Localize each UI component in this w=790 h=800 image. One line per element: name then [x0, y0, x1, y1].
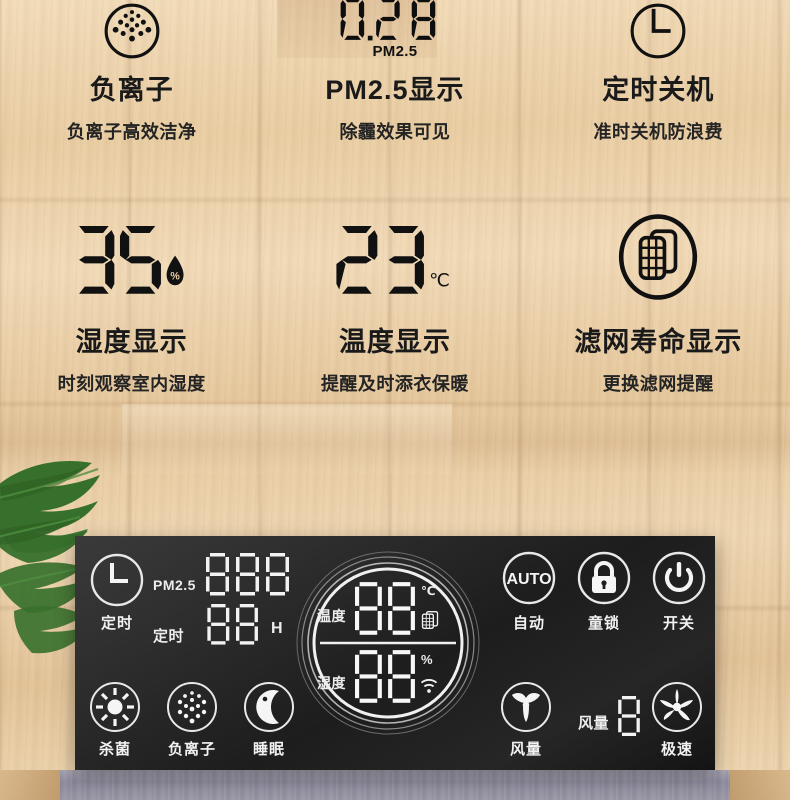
page-root: 负离子 负离子高效洁净 PM2.5 PM2.5显示 除霾效果可见 定时关机 准时…: [0, 0, 790, 800]
feature-icon-pm25: PM2.5: [263, 0, 526, 60]
power-icon: [652, 551, 706, 605]
center-humidity-unit: %: [421, 652, 434, 667]
panel-button-turbo-label: 极速: [660, 741, 693, 758]
panel-button-sterilize[interactable]: [89, 681, 141, 733]
panel-button-anion[interactable]: [166, 681, 218, 733]
feature-row-bottom: % 湿度显示 时刻观察室内湿度 ℃ 温度显示 提醒及时添衣保暖 滤网寿命显示 更…: [0, 202, 790, 396]
panel-button-child-lock-label: 童锁: [587, 615, 620, 632]
center-temperature-label: 温度: [317, 608, 346, 624]
feature-subtitle: 提醒及时添衣保暖: [320, 374, 469, 394]
panel-button-fan[interactable]: [500, 681, 552, 733]
svg-text:℃: ℃: [429, 270, 450, 291]
clock-circle-icon: [630, 3, 686, 59]
feature-cell-humidity: % 湿度显示 时刻观察室内湿度: [0, 202, 263, 396]
feature-icon-anion: [0, 0, 263, 60]
feature-title: 定时关机: [602, 75, 715, 105]
panel-timer-digits: [207, 604, 258, 645]
pm25-unit-label: PM2.5: [372, 43, 418, 60]
panel-fan-readout-digit: [618, 696, 640, 736]
panel-timer-label: 定时: [153, 628, 185, 645]
feature-subtitle: 准时关机防浪费: [593, 122, 723, 142]
panel-button-sleep-label: 睡眠: [252, 741, 285, 758]
anion-dots-circle-icon: [104, 3, 160, 59]
panel-button-power[interactable]: [651, 550, 707, 606]
auto-icon: AUTO: [502, 551, 556, 605]
anion-dots-icon: [167, 682, 217, 732]
feature-cell-filter-life: 滤网寿命显示 更换滤网提醒: [527, 202, 790, 396]
feature-cell-anion: 负离子 负离子高效洁净: [0, 0, 263, 144]
panel-fan-readout-label: 风量: [578, 715, 610, 732]
feature-icon-humidity: %: [0, 202, 263, 312]
panel-button-fan-label: 风量: [509, 741, 542, 758]
feature-cell-timer-off: 定时关机 准时关机防浪费: [527, 0, 790, 144]
feature-title: 湿度显示: [75, 327, 188, 357]
filter-icon: [421, 611, 439, 629]
feature-title: PM2.5显示: [325, 75, 465, 105]
panel-pm25-label: PM2.5: [153, 577, 196, 593]
feature-title: 滤网寿命显示: [574, 327, 743, 357]
feature-cell-temperature: ℃ 温度显示 提醒及时添衣保暖: [263, 202, 526, 396]
pm25-value-lcd: [340, 0, 436, 41]
sterilize-sun-icon: [90, 682, 140, 732]
svg-text:AUTO: AUTO: [506, 571, 551, 588]
center-temperature-digits: [355, 582, 415, 635]
moon-icon: [244, 682, 294, 732]
panel-center-display: 温度 ℃ 湿度 %: [295, 550, 481, 741]
panel-button-timer-label: 定时: [100, 615, 133, 632]
humidity-value-lcd: %: [78, 225, 184, 294]
panel-timer-unit: H: [271, 620, 284, 637]
feature-grid: 负离子 负离子高效洁净 PM2.5 PM2.5显示 除霾效果可见 定时关机 准时…: [0, 0, 790, 396]
svg-text:%: %: [170, 271, 180, 283]
panel-button-child-lock[interactable]: [576, 550, 632, 606]
feature-icon-filter: [527, 202, 790, 312]
panel-button-power-label: 开关: [662, 615, 695, 632]
control-panel: 定时 PM2.5 定时 H 温度 ℃ 湿度 % AUTO 自动 童锁 开关 杀菌…: [75, 536, 715, 770]
feature-subtitle: 更换滤网提醒: [602, 374, 714, 394]
wifi-icon: [420, 679, 438, 693]
feature-title: 负离子: [89, 75, 174, 105]
center-temperature-unit: ℃: [421, 584, 437, 598]
panel-button-timer[interactable]: [89, 552, 145, 608]
feature-subtitle: 除霾效果可见: [339, 122, 451, 142]
lock-icon: [577, 551, 631, 605]
feature-icon-temperature: ℃: [263, 202, 526, 312]
feature-title: 温度显示: [338, 327, 451, 357]
panel-pm25-digits: [206, 553, 289, 596]
feature-subtitle: 负离子高效洁净: [66, 122, 197, 142]
panel-button-auto-label: 自动: [512, 615, 545, 632]
center-display-rings: [296, 551, 480, 735]
center-humidity-digits: [355, 650, 415, 703]
turbo-fan-icon: [652, 682, 702, 732]
clock-icon: [90, 553, 144, 607]
panel-button-sleep[interactable]: [243, 681, 295, 733]
floor-corner-left: [0, 770, 60, 800]
feature-row-top: 负离子 负离子高效洁净 PM2.5 PM2.5显示 除霾效果可见 定时关机 准时…: [0, 0, 790, 144]
panel-button-auto[interactable]: AUTO: [501, 550, 557, 606]
feature-cell-pm25: PM2.5 PM2.5显示 除霾效果可见: [263, 0, 526, 144]
panel-button-turbo[interactable]: [651, 681, 703, 733]
floor-corner-right: [730, 770, 790, 800]
panel-button-anion-label: 负离子: [167, 741, 216, 758]
temperature-value-lcd: ℃: [336, 225, 450, 294]
filter-circle-icon: [619, 214, 698, 300]
center-humidity-label: 湿度: [317, 675, 346, 691]
floor-strip: [0, 770, 790, 800]
panel-button-sterilize-label: 杀菌: [98, 741, 131, 758]
feature-subtitle: 时刻观察室内湿度: [57, 374, 206, 394]
fan-3-blade-icon: [501, 682, 551, 732]
feature-icon-timer: [527, 0, 790, 60]
